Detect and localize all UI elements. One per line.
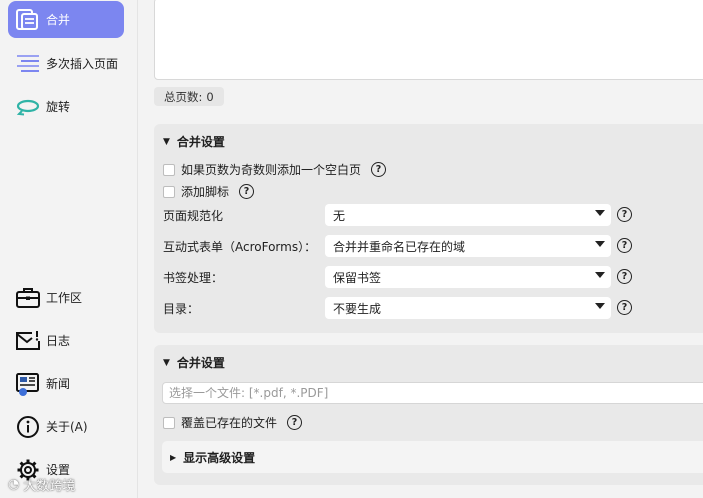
sidebar-item-label: 日志 xyxy=(46,334,71,348)
footer-label: 添加脚标 xyxy=(181,185,230,199)
advanced-settings-toggle[interactable]: ▶ 显示高级设置 xyxy=(162,441,703,473)
toc-select[interactable]: 不要生成 xyxy=(325,297,611,319)
sidebar-item-insert-pages[interactable]: 多次插入页面 xyxy=(8,45,124,82)
merge-pages-icon xyxy=(14,6,42,34)
footer-checkbox[interactable] xyxy=(163,185,175,198)
dropdown-arrow-icon xyxy=(595,210,605,216)
output-file-input[interactable] xyxy=(162,382,703,404)
dropdown-arrow-icon xyxy=(595,241,605,247)
help-icon[interactable]: ? xyxy=(287,415,303,430)
overwrite-label: 覆盖已存在的文件 xyxy=(181,416,278,430)
help-icon[interactable]: ? xyxy=(617,238,632,253)
file-drop-area[interactable] xyxy=(154,0,703,80)
output-settings-header[interactable]: ▼ 合并设置 xyxy=(163,354,225,371)
help-icon[interactable]: ? xyxy=(371,162,387,177)
caret-down-icon: ▼ xyxy=(163,136,170,147)
help-icon[interactable]: ? xyxy=(617,269,632,284)
advanced-settings-label: 显示高级设置 xyxy=(183,450,256,465)
sidebar: 合并 多次插入页面 旋转 工作区 日志 新闻 关于(A) 设置 ◔ 大数跨境 xyxy=(0,0,138,498)
sidebar-item-workspace[interactable]: 工作区 xyxy=(8,279,124,316)
sidebar-item-merge[interactable]: 合并 xyxy=(8,1,124,38)
caret-right-icon: ▶ xyxy=(170,452,177,462)
rotate-icon xyxy=(14,93,42,121)
overwrite-checkbox[interactable] xyxy=(163,416,175,429)
main-content: 总页数: 0 ▼ 合并设置 如果页数为奇数则添加一个空白页 ? 添加脚标 ? 页… xyxy=(139,0,703,498)
blank-page-checkbox[interactable] xyxy=(163,163,175,176)
acroforms-label: 互动式表单（AcroForms）： xyxy=(163,240,317,254)
blank-page-option: 如果页数为奇数则添加一个空白页 ? xyxy=(163,161,387,178)
panel-title: 合并设置 xyxy=(176,135,225,149)
sidebar-item-rotate[interactable]: 旋转 xyxy=(8,88,124,125)
help-icon[interactable]: ? xyxy=(617,300,632,315)
help-icon[interactable]: ? xyxy=(239,184,255,199)
sidebar-item-label: 工作区 xyxy=(46,291,83,305)
bookmarks-select[interactable]: 保留书签 xyxy=(325,266,611,288)
overwrite-option: 覆盖已存在的文件 ? xyxy=(163,414,303,431)
bookmarks-row: 书签处理： 保留书签 ? xyxy=(154,266,703,288)
sidebar-item-log[interactable]: 日志 xyxy=(8,322,124,359)
mail-log-icon xyxy=(14,327,42,355)
sidebar-item-news[interactable]: 新闻 xyxy=(8,365,124,402)
acroforms-select[interactable]: 合并并重命名已存在的域 xyxy=(325,235,611,257)
toc-label: 目录： xyxy=(163,302,200,316)
blank-page-label: 如果页数为奇数则添加一个空白页 xyxy=(181,163,362,177)
info-icon xyxy=(14,413,42,441)
watermark-text: 大数跨境 xyxy=(23,479,76,494)
footer-option: 添加脚标 ? xyxy=(163,183,255,200)
page-normalize-label: 页面规范化 xyxy=(163,209,224,223)
sidebar-item-about[interactable]: 关于(A) xyxy=(8,408,124,445)
sidebar-item-label: 多次插入页面 xyxy=(46,57,119,71)
page-count-badge: 总页数: 0 xyxy=(154,87,224,106)
merge-settings-panel: ▼ 合并设置 如果页数为奇数则添加一个空白页 ? 添加脚标 ? 页面规范化 无 … xyxy=(154,124,703,333)
watermark-logo-icon: ◔ xyxy=(8,477,20,492)
sidebar-item-label: 旋转 xyxy=(46,100,71,114)
merge-settings-header[interactable]: ▼ 合并设置 xyxy=(163,133,225,150)
select-value: 合并并重命名已存在的域 xyxy=(333,239,466,254)
sidebar-item-label: 关于(A) xyxy=(46,420,88,434)
insert-lines-icon xyxy=(14,50,42,78)
news-icon xyxy=(14,370,42,398)
output-settings-panel: ▼ 合并设置 覆盖已存在的文件 ? ▶ 显示高级设置 xyxy=(154,345,703,485)
page-count-value: 0 xyxy=(206,89,214,104)
select-value: 保留书签 xyxy=(333,270,382,285)
bookmarks-label: 书签处理： xyxy=(163,271,224,285)
toc-row: 目录： 不要生成 ? xyxy=(154,297,703,319)
page-normalize-select[interactable]: 无 xyxy=(325,204,611,226)
dropdown-arrow-icon xyxy=(595,272,605,278)
page-normalize-row: 页面规范化 无 ? xyxy=(154,204,703,226)
page-count-label: 总页数: xyxy=(164,89,203,104)
sidebar-item-label: 合并 xyxy=(46,13,71,27)
briefcase-icon xyxy=(14,284,42,312)
sidebar-item-label: 新闻 xyxy=(46,377,71,391)
help-icon[interactable]: ? xyxy=(617,207,632,222)
panel-title: 合并设置 xyxy=(176,356,225,370)
caret-down-icon: ▼ xyxy=(163,357,170,368)
dropdown-arrow-icon xyxy=(595,303,605,309)
acroforms-row: 互动式表单（AcroForms）： 合并并重命名已存在的域 ? xyxy=(154,235,703,257)
watermark: ◔ 大数跨境 xyxy=(8,475,75,494)
select-value: 无 xyxy=(333,208,346,223)
select-value: 不要生成 xyxy=(333,301,382,316)
